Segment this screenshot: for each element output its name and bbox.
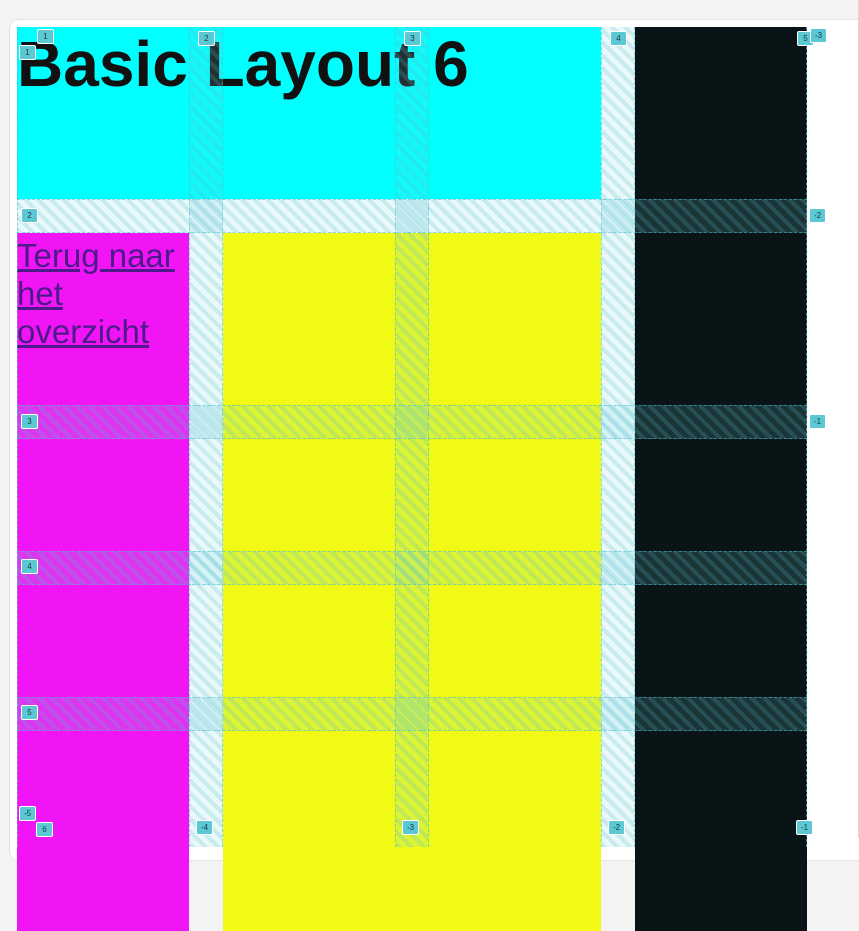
grid-line-badge: 4 xyxy=(610,31,627,46)
grid-line-badge: 2 xyxy=(198,31,215,46)
grid-line-badge: -1 xyxy=(796,820,813,835)
grid-line-badge: -3 xyxy=(402,820,419,835)
grid-line-badge: 1 xyxy=(19,45,36,60)
grid-line-badge: -4 xyxy=(196,820,213,835)
grid-line-badge: 2 xyxy=(21,208,38,223)
grid-line-badge: 1 xyxy=(37,29,54,44)
back-to-overview-link[interactable]: Terug naar het overzicht xyxy=(17,237,189,351)
layout-grid: Basic Layout 6 Terug naar het overzicht xyxy=(17,27,807,931)
grid-line-badge: -2 xyxy=(809,208,826,223)
grid-line-badge: 3 xyxy=(404,31,421,46)
grid-line-badge: -1 xyxy=(809,414,826,429)
grid-line-badge: 6 xyxy=(36,822,53,837)
grid-line-badge: 4 xyxy=(21,559,38,574)
grid-line-badge: -3 xyxy=(810,28,827,43)
sidebar-area xyxy=(635,27,807,931)
grid-line-badge: 3 xyxy=(21,414,38,429)
header-area: Basic Layout 6 xyxy=(17,27,601,199)
page-title: Basic Layout 6 xyxy=(17,28,469,100)
grid-line-badge: -5 xyxy=(19,806,36,821)
grid-line-badge: -2 xyxy=(608,820,625,835)
grid-line-badge: 5 xyxy=(21,705,38,720)
